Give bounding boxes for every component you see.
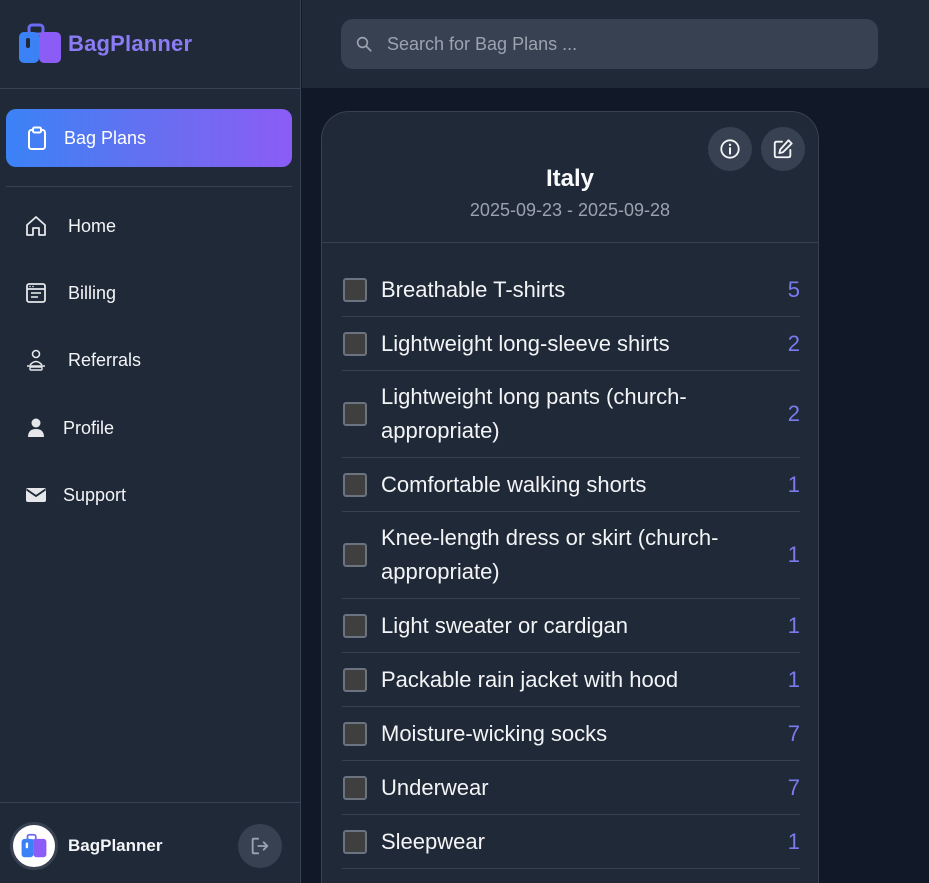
sidebar-item-billing[interactable]: Billing (24, 278, 116, 308)
bag-plan-card: Italy 2025-09-23 - 2025-09-28 Breathable… (321, 111, 819, 883)
list-item[interactable]: Comfortable walking shorts 1 (342, 458, 800, 512)
item-checkbox[interactable] (343, 829, 367, 854)
item-name: Moisture-wicking socks (381, 720, 608, 746)
list-item[interactable]: Lightweight long-sleeve shirts 2 (342, 317, 800, 371)
sidebar-item-label: Support (63, 484, 127, 505)
item-name: Lightweight long-sleeve shirts (381, 330, 670, 356)
billing-icon (26, 283, 46, 303)
sidebar-item-label: Bag Plans (64, 127, 147, 148)
nav-divider (6, 186, 292, 187)
item-quantity: 1 (787, 828, 800, 854)
logout-button[interactable] (238, 824, 282, 868)
item-checkbox[interactable] (343, 613, 367, 638)
edit-icon (773, 139, 793, 159)
logout-icon (251, 837, 269, 855)
sidebar-item-label: Referrals (68, 349, 142, 370)
avatar[interactable] (10, 822, 58, 870)
item-quantity: 7 (787, 720, 800, 746)
sidebar-item-label: Home (68, 215, 117, 236)
item-quantity: 1 (787, 666, 800, 692)
sidebar-item-label: Profile (63, 417, 115, 438)
item-checkbox[interactable] (343, 543, 367, 567)
home-icon (26, 216, 46, 236)
list-item-partial[interactable] (342, 869, 800, 883)
list-item[interactable]: Light sweater or cardigan 1 (342, 599, 800, 653)
sidebar-item-home[interactable]: Home (24, 211, 116, 241)
card-divider (322, 242, 818, 243)
list-item[interactable]: Packable rain jacket with hood 1 (342, 653, 800, 707)
item-checkbox[interactable] (343, 667, 367, 692)
item-name: Knee-length dress or skirt (church-appro… (381, 525, 719, 584)
item-quantity: 1 (787, 542, 800, 567)
suitcase-avatar-icon (21, 833, 47, 858)
footer-divider (0, 802, 301, 803)
sidebar-item-bag-plans[interactable]: Bag Plans (6, 109, 292, 167)
item-checkbox[interactable] (343, 775, 367, 800)
sidebar-item-label: Billing (68, 282, 117, 303)
item-name: Breathable T-shirts (381, 276, 566, 302)
item-quantity: 5 (787, 276, 800, 302)
item-name: Underwear (381, 774, 489, 800)
list-item[interactable]: Moisture-wicking socks 7 (342, 707, 800, 761)
item-quantity: 1 (787, 612, 800, 638)
user-name: BagPlanner (68, 836, 163, 855)
item-checkbox[interactable] (343, 472, 367, 497)
info-icon (720, 139, 740, 159)
search-input[interactable] (387, 33, 847, 55)
top-bar (302, 0, 929, 88)
brand[interactable]: BagPlanner (0, 0, 300, 89)
sidebar-item-support[interactable]: Support (24, 480, 126, 510)
item-quantity: 1 (787, 471, 800, 497)
item-quantity: 7 (787, 774, 800, 800)
item-name: Sleepwear (381, 828, 485, 854)
suitcase-logo-icon (18, 22, 62, 66)
user-icon (28, 418, 44, 437)
list-item[interactable]: Underwear 7 (342, 761, 800, 815)
search-box[interactable] (341, 19, 878, 69)
list-item[interactable]: Breathable T-shirts 5 (342, 263, 800, 317)
item-name: Comfortable walking shorts (381, 471, 647, 497)
plan-dates: 2025-09-23 - 2025-09-28 (469, 200, 671, 220)
list-item[interactable]: Knee-length dress or skirt (church-appro… (342, 512, 800, 599)
plan-title: Italy (545, 165, 595, 192)
list-item[interactable]: Sleepwear 1 (342, 815, 800, 869)
item-checkbox[interactable] (343, 331, 367, 356)
item-quantity: 2 (787, 401, 800, 426)
brand-name: BagPlanner (68, 31, 193, 56)
list-item[interactable]: Lightweight long pants (church-appropria… (342, 371, 800, 458)
item-name: Light sweater or cardigan (381, 612, 629, 638)
sidebar: BagPlanner Bag Plans Home Billing Referr… (0, 0, 301, 883)
mail-icon (25, 488, 47, 502)
item-name: Packable rain jacket with hood (381, 666, 679, 692)
item-checkbox[interactable] (343, 277, 367, 302)
sidebar-item-referrals[interactable]: Referrals (24, 345, 141, 375)
item-checkbox[interactable] (343, 402, 367, 426)
sidebar-item-profile[interactable]: Profile (24, 413, 114, 443)
item-quantity: 2 (787, 330, 800, 356)
packing-list: Breathable T-shirts 5 Lightweight long-s… (342, 263, 800, 883)
clipboard-icon (28, 126, 46, 150)
item-checkbox[interactable] (343, 721, 367, 746)
referrals-icon (27, 349, 45, 371)
item-name: Lightweight long pants (church-appropria… (381, 384, 687, 443)
search-icon (356, 36, 372, 52)
